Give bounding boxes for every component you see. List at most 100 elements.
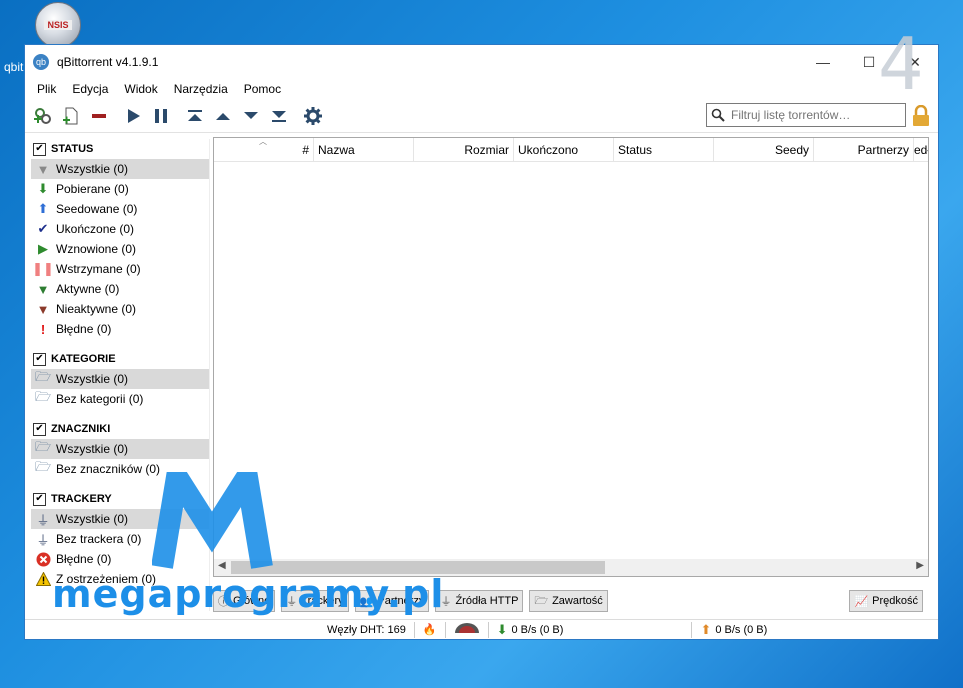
toolbar — [25, 99, 938, 133]
status-filter-seeding[interactable]: ⬆ Seedowane (0) — [31, 199, 209, 219]
upload-speed[interactable]: 0 B/s (0 B) — [715, 624, 767, 636]
tags-section-header[interactable]: ✔ ZNACZNIKI — [31, 419, 209, 439]
error-circle-icon — [35, 551, 51, 567]
network-server-icon: ⏚ — [36, 512, 50, 528]
column-size[interactable]: Rozmiar — [414, 137, 514, 162]
tracker-filter-label: Błędne (0) — [56, 552, 112, 566]
status-filter-resumed[interactable]: ▶ Wznowione (0) — [31, 239, 209, 259]
desktop-installer-icon[interactable]: NSIS — [30, 2, 86, 50]
sort-indicator-icon: ︿ — [259, 137, 267, 146]
add-torrent-file-button[interactable] — [57, 102, 85, 130]
pause-icon: ❚❚ — [32, 261, 54, 276]
tab-speed[interactable]: 📈 Prędkość — [849, 590, 923, 612]
status-section-header[interactable]: ✔ STATUS — [31, 139, 209, 159]
column-progress[interactable]: Ukończono — [514, 137, 614, 162]
desktop-icon-label: qbit — [4, 60, 24, 74]
move-up-button[interactable] — [209, 102, 237, 130]
category-filter-all[interactable]: 🗁 Wszystkie (0) — [31, 369, 209, 389]
resume-button[interactable] — [119, 102, 147, 130]
status-filter-label: Wstrzymane (0) — [56, 262, 141, 276]
warning-triangle-icon — [35, 571, 51, 587]
menu-plik[interactable]: Plik — [29, 82, 64, 96]
trackers-section-title: TRACKERY — [51, 493, 112, 505]
minimize-button[interactable]: — — [800, 45, 846, 79]
connection-status-icon[interactable]: 🔥 — [423, 623, 437, 636]
status-filter-label: Wszystkie (0) — [56, 162, 128, 176]
menu-widok[interactable]: Widok — [116, 82, 165, 96]
folder-icon: 🗁 — [34, 389, 52, 404]
move-down-button[interactable] — [237, 102, 265, 130]
folder-icon: 🗁 — [534, 594, 549, 607]
column-peers[interactable]: Partnerzy — [814, 137, 914, 162]
delete-torrent-button[interactable] — [85, 102, 113, 130]
tags-checkbox[interactable]: ✔ — [33, 422, 46, 436]
move-up-icon — [216, 112, 230, 120]
status-filter-label: Wznowione (0) — [56, 242, 137, 256]
remove-icon — [92, 113, 106, 118]
move-bottom-button[interactable] — [265, 102, 293, 130]
search-input[interactable] — [731, 108, 901, 122]
trackers-checkbox[interactable]: ✔ — [33, 492, 46, 506]
pause-button[interactable] — [147, 102, 175, 130]
filter-inactive-icon: ▼ — [36, 301, 50, 317]
tab-http-sources[interactable]: ⏚ Źródła HTTP — [435, 590, 524, 612]
tags-section-title: ZNACZNIKI — [51, 423, 111, 435]
qbittorrent-app-icon: qb — [33, 54, 49, 70]
filter-active-icon: ▼ — [36, 281, 50, 297]
download-speed-icon: ⬇ — [496, 621, 508, 637]
status-filter-all[interactable]: ▼ Wszystkie (0) — [31, 159, 209, 179]
status-filter-errored[interactable]: ! Błędne (0) — [31, 319, 209, 339]
tag-filter-label: Bez znaczników (0) — [56, 462, 161, 476]
tracker-filter-label: Wszystkie (0) — [56, 512, 128, 526]
step-number: 4 — [878, 22, 924, 106]
add-link-icon — [34, 107, 51, 124]
menu-narzedzia[interactable]: Narzędzia — [166, 82, 236, 96]
tag-filter-all[interactable]: 🗁 Wszystkie (0) — [31, 439, 209, 459]
search-icon — [711, 108, 725, 122]
title-bar[interactable]: qb qBittorrent v4.1.9.1 — ☐ ✕ — [25, 45, 938, 79]
menu-edycja[interactable]: Edycja — [64, 82, 116, 96]
nsis-badge: NSIS — [44, 20, 72, 30]
watermark-text: megaprogramy.pl — [52, 572, 445, 616]
tab-content[interactable]: 🗁 Zawartość — [529, 590, 608, 612]
pause-icon — [155, 108, 167, 123]
gear-icon — [304, 106, 322, 125]
category-filter-uncategorized[interactable]: 🗁 Bez kategorii (0) — [31, 389, 209, 409]
status-filter-inactive[interactable]: ▼ Nieaktywne (0) — [31, 299, 209, 319]
checkmark-icon: ✔ — [37, 221, 49, 236]
chart-icon: 📈 — [854, 595, 869, 608]
status-filter-active[interactable]: ▼ Aktywne (0) — [31, 279, 209, 299]
categories-checkbox[interactable]: ✔ — [33, 352, 46, 366]
lock-icon[interactable] — [911, 104, 931, 127]
categories-section-header[interactable]: ✔ KATEGORIE — [31, 349, 209, 369]
exclamation-icon: ! — [40, 321, 46, 337]
status-section-title: STATUS — [51, 143, 94, 155]
status-filter-label: Pobierane (0) — [56, 182, 129, 196]
move-top-button[interactable] — [181, 102, 209, 130]
tab-speed-label: Prędkość — [872, 595, 918, 607]
upload-arrow-icon: ⬆ — [37, 201, 49, 216]
status-filter-label: Aktywne (0) — [56, 282, 120, 296]
search-box[interactable] — [706, 103, 906, 127]
menu-pomoc[interactable]: Pomoc — [236, 82, 289, 96]
speed-limit-icon[interactable] — [454, 622, 480, 637]
status-filter-paused[interactable]: ❚❚ Wstrzymane (0) — [31, 259, 209, 279]
column-download-speed[interactable]: edł — [914, 138, 928, 162]
menu-bar: Plik Edycja Widok Narzędzia Pomoc — [25, 79, 938, 99]
upload-speed-icon: ⬆ — [700, 621, 712, 637]
column-name[interactable]: Nazwa — [314, 137, 414, 162]
download-speed[interactable]: 0 B/s (0 B) — [511, 624, 563, 636]
scroll-right-icon[interactable]: ▶ — [916, 560, 924, 571]
column-status[interactable]: Status — [614, 137, 714, 162]
status-checkbox[interactable]: ✔ — [33, 142, 46, 156]
status-filter-completed[interactable]: ✔ Ukończone (0) — [31, 219, 209, 239]
torrent-list-header: ︿ # Nazwa Rozmiar Ukończono Status Seedy… — [214, 137, 928, 162]
move-bottom-icon — [272, 110, 286, 122]
column-seeds[interactable]: Seedy — [714, 137, 814, 162]
tracker-filter-label: Bez trackera (0) — [56, 532, 142, 546]
dht-nodes: Węzły DHT: 169 — [327, 623, 406, 636]
play-icon — [128, 108, 140, 123]
add-torrent-link-button[interactable] — [29, 102, 57, 130]
options-button[interactable] — [299, 102, 327, 130]
status-filter-downloading[interactable]: ⬇ Pobierane (0) — [31, 179, 209, 199]
